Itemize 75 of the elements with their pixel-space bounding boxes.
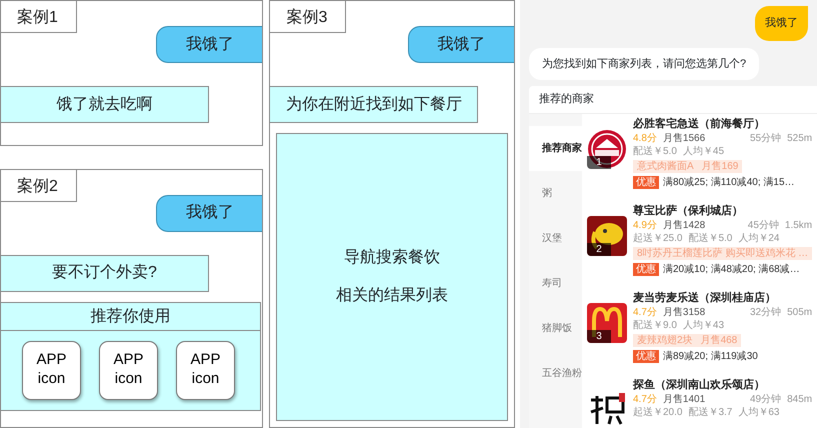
panel-text: 相关的结果列表 — [336, 286, 448, 306]
promo-badge: 优惠 — [633, 350, 659, 362]
bot-message-bubble: 为您找到如下商家列表，请问您选第几个? — [529, 48, 760, 80]
bot-reply-box: 饿了就去吃啊 — [1, 86, 209, 123]
panel-text: 导航搜索餐饮 — [344, 248, 440, 268]
category-item[interactable]: 五谷渔粉 — [529, 350, 582, 396]
promo-badge: 优惠 — [633, 262, 659, 276]
promo-badge: 优惠 — [633, 176, 659, 188]
dish-sales: 月售468 — [700, 334, 738, 346]
rank-number: 2 — [587, 242, 611, 256]
delivery-time: 49分钟 — [750, 392, 782, 406]
promo-text: 满20减10; 满48减20; 满68减… — [663, 262, 800, 276]
app-icon-button[interactable]: APP icon — [22, 340, 81, 400]
arches-logo-icon — [587, 302, 627, 342]
elephant-logo-icon — [587, 216, 627, 256]
dish-name: 麦辣鸡翅2块 — [637, 334, 693, 346]
user-message-bubble: 我饿了 — [408, 26, 514, 63]
promo-text: 满89减20; 满119减30 — [663, 350, 758, 362]
panel-header: 推荐你使用 — [1, 302, 260, 331]
monthly-sales: 月售3158 — [662, 306, 706, 318]
fee-info: 配送￥3.7 — [688, 406, 732, 418]
case-title: 案例2 — [1, 170, 77, 202]
fee-info: 人均￥63 — [738, 406, 780, 418]
fee-info: 人均￥24 — [738, 232, 780, 244]
merchant-name: 麦当劳麦乐送（深圳桂庙店） — [633, 290, 777, 306]
rating-score: 4.7分 — [633, 306, 657, 318]
dish-name: 8吋苏丹王榴莲比萨 购买即送鸡米花 … — [637, 246, 808, 260]
fee-info: 人均￥45 — [682, 144, 724, 158]
card-title: 推荐的商家 — [529, 86, 817, 114]
fee-info: 人均￥43 — [682, 318, 724, 332]
fee-info: 配送￥5.0 — [633, 144, 677, 158]
rating-score: 4.9分 — [633, 218, 657, 232]
rating-score: 4.8分 — [633, 132, 657, 144]
fee-info: 起送￥20.0 — [633, 406, 682, 418]
category-item[interactable]: 猪脚饭 — [529, 306, 582, 350]
rating-score: 4.7分 — [633, 392, 657, 406]
merchant-name: 探鱼（深圳南山欢乐颂店） — [633, 378, 766, 392]
delivery-time: 45分钟 — [748, 218, 779, 232]
user-message-bubble: 我饿了 — [755, 6, 808, 40]
user-message-bubble: 我饿了 — [156, 26, 262, 63]
bot-reply-box: 为你在附近找到如下餐厅 — [270, 86, 478, 123]
app-icon-button[interactable]: APP icon — [99, 340, 158, 400]
merchant-item[interactable]: 3 麦当劳麦乐送（深圳桂庙店） 4.7分 月售3158 32分钟 505m 配送￥9.0 人均￥43 麦辣鸡翅2块 月售468 优惠 满89减20; 满119减30 — [587, 290, 812, 376]
category-item[interactable]: 寿司 — [529, 260, 582, 306]
rank-number: 3 — [587, 330, 611, 342]
case-title: 案例1 — [1, 1, 77, 33]
rank-number: 1 — [587, 156, 611, 168]
monthly-sales: 月售1428 — [662, 218, 706, 232]
category-item[interactable]: 粥 — [529, 170, 582, 216]
merchant-name: 必胜客宅急送（前海餐厅） — [633, 116, 766, 132]
dish-sales: 月售169 — [702, 160, 738, 172]
distance: 1.5km — [784, 218, 812, 232]
user-message-bubble: 我饿了 — [156, 194, 262, 232]
promo-text: 满80减25; 满110减40; 满15… — [663, 176, 795, 188]
merchant-item[interactable]: 2 尊宝比萨（保利城店） 4.9分 月售1428 45分钟 1.5km 起送￥25.0 配送￥5.0 人均￥24 8吋苏丹王榴莲比萨 购买即送鸡米花 … 优惠 满20减10; 满48减20; 满68减… — [587, 202, 812, 290]
dish-name: 意式肉酱面A — [637, 160, 694, 172]
distance: 525m — [787, 132, 812, 144]
merchant-item[interactable]: 探鱼（深圳南山欢乐颂店） 4.7分 月售1401 49分钟 845m 起送￥20.0 配送￥3.7 人均￥63 — [587, 376, 812, 428]
fee-info: 配送￥5.0 — [688, 232, 732, 244]
fee-info: 配送￥9.0 — [633, 318, 677, 332]
monthly-sales: 月售1401 — [662, 392, 706, 406]
bot-reply-box: 要不订个外卖? — [1, 254, 209, 292]
monthly-sales: 月售1566 — [662, 132, 706, 144]
category-item[interactable]: 汉堡 — [529, 216, 582, 260]
distance: 505m — [787, 306, 812, 318]
pizza-logo-icon — [587, 128, 627, 168]
case-title: 案例3 — [270, 1, 346, 33]
merchant-item[interactable]: 1 必胜客宅急送（前海餐厅） 4.8分 月售1566 55分钟 525m 配送￥5.0 人均￥45 意式肉酱面A 月售169 优惠 满80减25; 满110减40; 满15… — [587, 116, 812, 202]
delivery-time: 55分钟 — [750, 132, 782, 144]
distance: 845m — [787, 392, 812, 406]
merchant-name: 尊宝比萨（保利城店） — [633, 204, 744, 218]
fee-info: 起送￥25.0 — [633, 232, 682, 244]
category-item[interactable]: 推荐商家 — [529, 126, 582, 170]
delivery-time: 32分钟 — [750, 306, 782, 318]
app-icon-button[interactable]: APP icon — [176, 340, 235, 400]
